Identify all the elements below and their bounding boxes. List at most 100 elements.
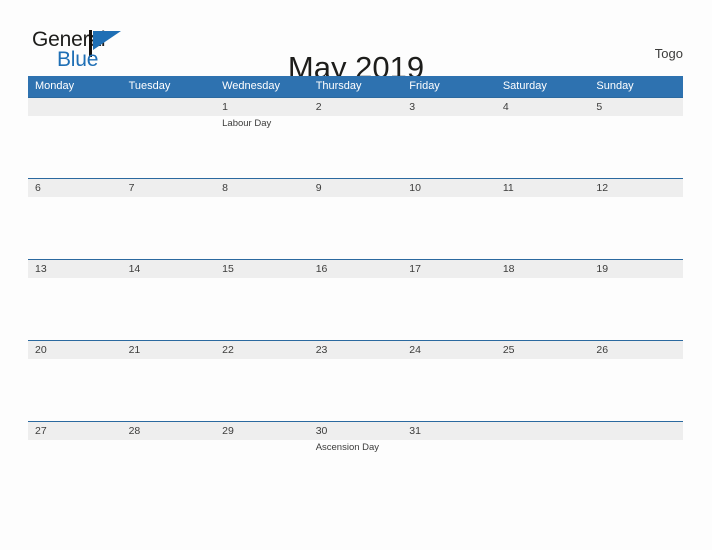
day-cell[interactable]: 14: [122, 260, 216, 341]
country-label: Togo: [654, 46, 683, 61]
day-event: [409, 197, 496, 198]
day-number: 29: [222, 425, 234, 437]
day-event: Labour Day: [222, 118, 272, 129]
day-cell[interactable]: 5: [589, 98, 683, 179]
day-cell[interactable]: 18: [496, 260, 590, 341]
day-event: [316, 359, 403, 360]
day-cell[interactable]: 4: [496, 98, 590, 179]
day-cell[interactable]: 8: [215, 179, 309, 260]
day-cell[interactable]: 6: [28, 179, 122, 260]
day-number: 3: [409, 101, 416, 113]
day-cell[interactable]: 25: [496, 341, 590, 422]
weekday-header-sunday: Sunday: [596, 80, 634, 92]
day-number: 6: [35, 182, 41, 194]
day-cell[interactable]: 7: [122, 179, 216, 260]
day-number: 17: [409, 263, 421, 275]
weekday-header-row: Monday Tuesday Wednesday Thursday Friday…: [28, 76, 683, 97]
day-event: [35, 359, 122, 360]
day-event: [35, 278, 122, 279]
day-number: 19: [596, 263, 609, 275]
day-event: [222, 278, 309, 279]
day-number: 24: [409, 344, 421, 356]
day-cell[interactable]: 31: [402, 422, 496, 503]
day-event: [596, 116, 683, 117]
day-number: 31: [409, 425, 421, 437]
weekday-header-thursday: Thursday: [315, 80, 362, 92]
day-cell[interactable]: 11: [496, 179, 590, 260]
day-event: Ascension Day: [315, 442, 380, 453]
day-cell[interactable]: 16: [309, 260, 403, 341]
day-cell[interactable]: 29: [215, 422, 309, 503]
day-cell[interactable]: [589, 422, 683, 503]
day-event: [35, 440, 122, 441]
weekday-header-saturday: Saturday: [502, 80, 547, 92]
day-cell[interactable]: [28, 98, 122, 179]
day-event: [222, 440, 309, 441]
day-number: 7: [128, 182, 135, 194]
day-cell[interactable]: 20: [28, 341, 122, 422]
day-number: 8: [222, 182, 228, 194]
day-cell[interactable]: 23: [309, 341, 403, 422]
day-event: [129, 359, 216, 360]
day-cell[interactable]: 9: [309, 179, 403, 260]
day-event: [503, 278, 590, 279]
day-event: [409, 440, 496, 441]
day-cell[interactable]: 24: [402, 341, 496, 422]
day-event: [316, 278, 403, 279]
day-number: 9: [315, 182, 322, 194]
day-cell[interactable]: 17: [402, 260, 496, 341]
day-number: 10: [409, 182, 421, 194]
day-number: 26: [596, 344, 609, 356]
day-number: 23: [315, 344, 328, 356]
day-cell[interactable]: 19: [589, 260, 683, 341]
day-number: 4: [502, 101, 509, 113]
day-cell[interactable]: 27: [28, 422, 122, 503]
calendar-week-row: 6 7 8 9 10 11 12: [28, 178, 683, 259]
day-number: 11: [502, 182, 514, 194]
day-event: [596, 359, 683, 360]
day-cell[interactable]: 15: [215, 260, 309, 341]
day-number: 13: [35, 263, 47, 275]
page-header: General Blue May 2019 Togo: [0, 0, 712, 85]
day-cell[interactable]: [496, 422, 590, 503]
day-number: 2: [315, 101, 322, 113]
day-number: 5: [596, 101, 603, 113]
day-event: [503, 197, 590, 198]
day-cell[interactable]: 10: [402, 179, 496, 260]
day-number: 16: [315, 263, 328, 275]
day-number: 22: [222, 344, 234, 356]
day-cell[interactable]: 3: [402, 98, 496, 179]
day-event: [596, 197, 683, 198]
day-event: [503, 116, 590, 117]
day-cell[interactable]: 21: [122, 341, 216, 422]
day-event: [129, 440, 216, 441]
day-event: [35, 197, 122, 198]
weekday-header-wednesday: Wednesday: [222, 80, 281, 92]
calendar-grid: Monday Tuesday Wednesday Thursday Friday…: [28, 76, 683, 502]
day-event: [129, 197, 216, 198]
day-number: 20: [35, 344, 47, 356]
day-event: [409, 278, 496, 279]
day-cell[interactable]: 26: [589, 341, 683, 422]
day-number: 30: [315, 425, 328, 437]
calendar-week-row: 1 Labour Day 2 3 4 5: [28, 97, 683, 178]
day-cell[interactable]: 2: [309, 98, 403, 179]
day-cell[interactable]: 1 Labour Day: [215, 98, 309, 179]
day-cell[interactable]: 13: [28, 260, 122, 341]
day-event: [596, 278, 683, 279]
day-number: 14: [128, 263, 141, 275]
day-number: 12: [596, 182, 609, 194]
day-number: 27: [35, 425, 47, 437]
day-cell[interactable]: 30 Ascension Day: [309, 422, 403, 503]
day-cell[interactable]: 28: [122, 422, 216, 503]
weekday-header-friday: Friday: [409, 80, 440, 92]
day-event: [222, 359, 309, 360]
day-event: [129, 278, 216, 279]
day-cell[interactable]: 12: [589, 179, 683, 260]
weekday-header-tuesday: Tuesday: [128, 80, 171, 92]
day-event: [316, 116, 403, 117]
day-cell[interactable]: 22: [215, 341, 309, 422]
day-event: [409, 359, 496, 360]
day-cell[interactable]: [122, 98, 216, 179]
day-event: [222, 197, 309, 198]
